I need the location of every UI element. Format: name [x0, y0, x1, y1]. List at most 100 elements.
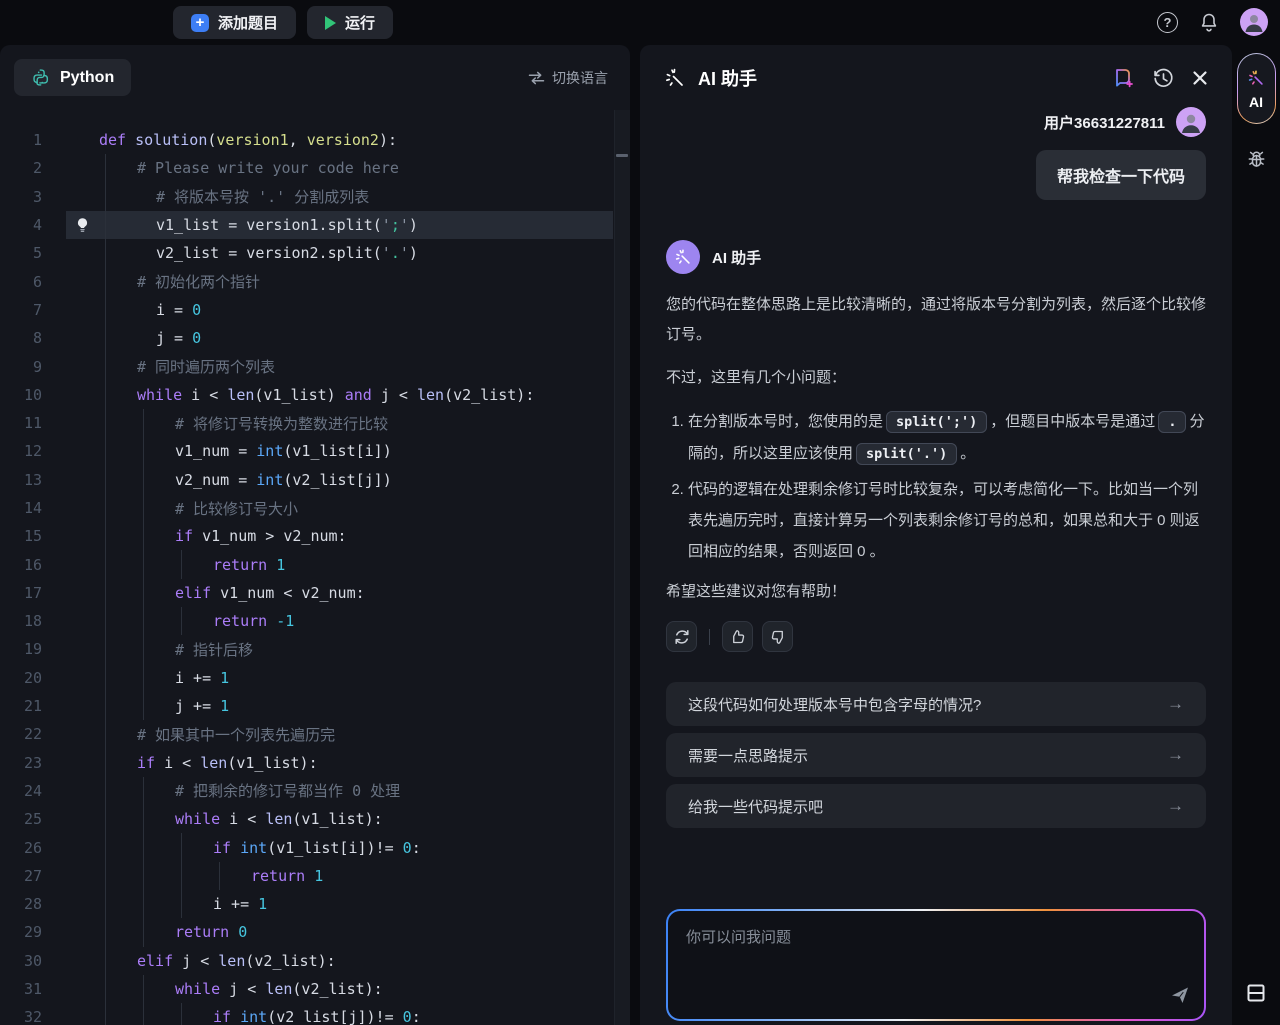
line-number: 23	[0, 754, 66, 772]
code-line-31[interactable]: 31while j < len(v2_list):	[0, 975, 630, 1003]
code-line-26[interactable]: 26if int(v1_list[i])!= 0:	[0, 833, 630, 861]
code-text: j = 0	[99, 324, 613, 352]
line-number: 29	[0, 923, 66, 941]
code-line-17[interactable]: 17elif v1_num < v2_num:	[0, 579, 630, 607]
code-text: elif j < len(v2_list):	[99, 947, 613, 975]
chat-input[interactable]	[668, 911, 1204, 1019]
line-number: 18	[0, 612, 66, 630]
code-line-25[interactable]: 25while i < len(v1_list):	[0, 805, 630, 833]
add-problem-label: 添加题目	[218, 12, 278, 33]
code-line-16[interactable]: 16return 1	[0, 550, 630, 578]
code-line-8[interactable]: 8j = 0	[0, 324, 630, 352]
code-line-27[interactable]: 27return 1	[0, 862, 630, 890]
chat-input-container	[666, 909, 1206, 1021]
code-text: return 1	[99, 862, 613, 890]
swap-icon	[528, 71, 545, 85]
code-line-5[interactable]: 5v2_list = version2.split('.')	[0, 239, 630, 267]
code-line-1[interactable]: 1def solution(version1, version2):	[0, 126, 630, 154]
code-line-19[interactable]: 19# 指针后移	[0, 635, 630, 663]
code-line-28[interactable]: 28i += 1	[0, 890, 630, 918]
code-line-30[interactable]: 30 elif j < len(v2_list):	[0, 947, 630, 975]
code-text: i += 1	[99, 890, 613, 918]
code-text: v1_list = version1.split(';')	[99, 211, 613, 239]
chat-messages: 用户36631227811 帮我检查一下代码	[640, 91, 1232, 1025]
debug-icon[interactable]	[1245, 149, 1268, 175]
suggestion-chip[interactable]: 给我一些代码提示吧→	[666, 784, 1206, 828]
ai-panel-title: AI 助手	[698, 65, 757, 91]
lightbulb-icon[interactable]	[66, 217, 99, 234]
code-line-14[interactable]: 14# 比较修订号大小	[0, 494, 630, 522]
line-number: 12	[0, 442, 66, 460]
code-text: # Please write your code here	[99, 154, 613, 182]
code-line-4[interactable]: 4v1_list = version1.split(';')	[0, 211, 630, 239]
code-line-20[interactable]: 20i += 1	[0, 664, 630, 692]
line-number: 30	[0, 952, 66, 970]
line-number: 5	[0, 244, 66, 262]
ai-panel-header: AI 助手	[640, 45, 1232, 91]
code-line-10[interactable]: 10while i < len(v1_list) and j < len(v2_…	[0, 381, 630, 409]
code-line-6[interactable]: 6# 初始化两个指针	[0, 267, 630, 295]
code-line-2[interactable]: 2# Please write your code here	[0, 154, 630, 182]
python-logo-icon	[31, 68, 50, 87]
code-line-11[interactable]: 11 # 将修订号转换为整数进行比较	[0, 409, 630, 437]
code-line-23[interactable]: 23if i < len(v1_list):	[0, 749, 630, 777]
code-text: return 0	[99, 918, 613, 946]
code-line-21[interactable]: 21j += 1	[0, 692, 630, 720]
code-text: return -1	[99, 607, 613, 635]
line-number: 11	[0, 414, 66, 432]
code-line-13[interactable]: 13v2_num = int(v2_list[j])	[0, 466, 630, 494]
ai-toggle-button[interactable]: AI	[1237, 53, 1276, 124]
line-number: 24	[0, 782, 66, 800]
code-text: # 如果其中一个列表先遍历完	[99, 720, 613, 748]
language-tab-python[interactable]: Python	[14, 59, 131, 96]
line-number: 3	[0, 188, 66, 206]
scrollbar-thumb[interactable]	[616, 154, 628, 157]
send-icon[interactable]	[1169, 984, 1191, 1009]
new-chat-icon[interactable]	[1111, 66, 1135, 90]
panel-layout-icon[interactable]	[1245, 982, 1267, 1007]
code-line-3[interactable]: 3 # 将版本号按 '.' 分割成列表	[0, 183, 630, 211]
run-button[interactable]: 运行	[307, 6, 393, 39]
regenerate-button[interactable]	[666, 621, 697, 652]
line-number: 10	[0, 386, 66, 404]
code-text: elif v1_num < v2_num:	[99, 579, 613, 607]
code-text: # 将修订号转换为整数进行比较	[99, 409, 613, 437]
suggestion-chip[interactable]: 需要一点思路提示→	[666, 733, 1206, 777]
line-number: 32	[0, 1008, 66, 1025]
code-area[interactable]: 1def solution(version1, version2):2# Ple…	[0, 110, 630, 1025]
close-icon[interactable]	[1192, 70, 1208, 86]
code-text: # 将版本号按 '.' 分割成列表	[99, 183, 613, 211]
language-tab-label: Python	[60, 69, 114, 87]
code-line-18[interactable]: 18 return -1	[0, 607, 630, 635]
line-number: 1	[0, 131, 66, 149]
add-problem-button[interactable]: + 添加题目	[173, 6, 296, 39]
suggestion-text: 这段代码如何处理版本号中包含字母的情况?	[688, 694, 1167, 715]
history-icon[interactable]	[1152, 67, 1175, 90]
line-number: 26	[0, 839, 66, 857]
code-line-7[interactable]: 7i = 0	[0, 296, 630, 324]
code-lines: 1def solution(version1, version2):2# Ple…	[0, 126, 630, 1025]
code-line-29[interactable]: 29 return 0	[0, 918, 630, 946]
code-line-24[interactable]: 24# 把剩余的修订号都当作 0 处理	[0, 777, 630, 805]
code-line-15[interactable]: 15if v1_num > v2_num:	[0, 522, 630, 550]
bell-icon[interactable]	[1199, 12, 1219, 33]
ai-closing: 希望这些建议对您有帮助！	[666, 577, 1206, 607]
code-line-9[interactable]: 9# 同时遍历两个列表	[0, 352, 630, 380]
message-actions	[666, 621, 1206, 652]
line-number: 31	[0, 980, 66, 998]
code-line-22[interactable]: 22# 如果其中一个列表先遍历完	[0, 720, 630, 748]
ai-sender-name: AI 助手	[712, 247, 761, 268]
switch-language-button[interactable]: 切换语言	[528, 68, 608, 88]
user-avatar-topbar[interactable]	[1240, 8, 1268, 36]
code-editor-panel: Python 切换语言 1def solution(version1, vers…	[0, 45, 630, 1025]
suggestion-chip[interactable]: 这段代码如何处理版本号中包含字母的情况?→	[666, 682, 1206, 726]
switch-language-label: 切换语言	[552, 68, 608, 88]
editor-scrollbar[interactable]	[614, 110, 630, 1025]
arrow-right-icon: →	[1167, 796, 1184, 816]
thumbs-down-button[interactable]	[762, 621, 793, 652]
help-icon[interactable]: ?	[1157, 12, 1178, 33]
arrow-right-icon: →	[1167, 745, 1184, 765]
code-line-12[interactable]: 12v1_num = int(v1_list[i])	[0, 437, 630, 465]
code-line-32[interactable]: 32if int(v2_list[j])!= 0:	[0, 1003, 630, 1025]
thumbs-up-button[interactable]	[722, 621, 753, 652]
